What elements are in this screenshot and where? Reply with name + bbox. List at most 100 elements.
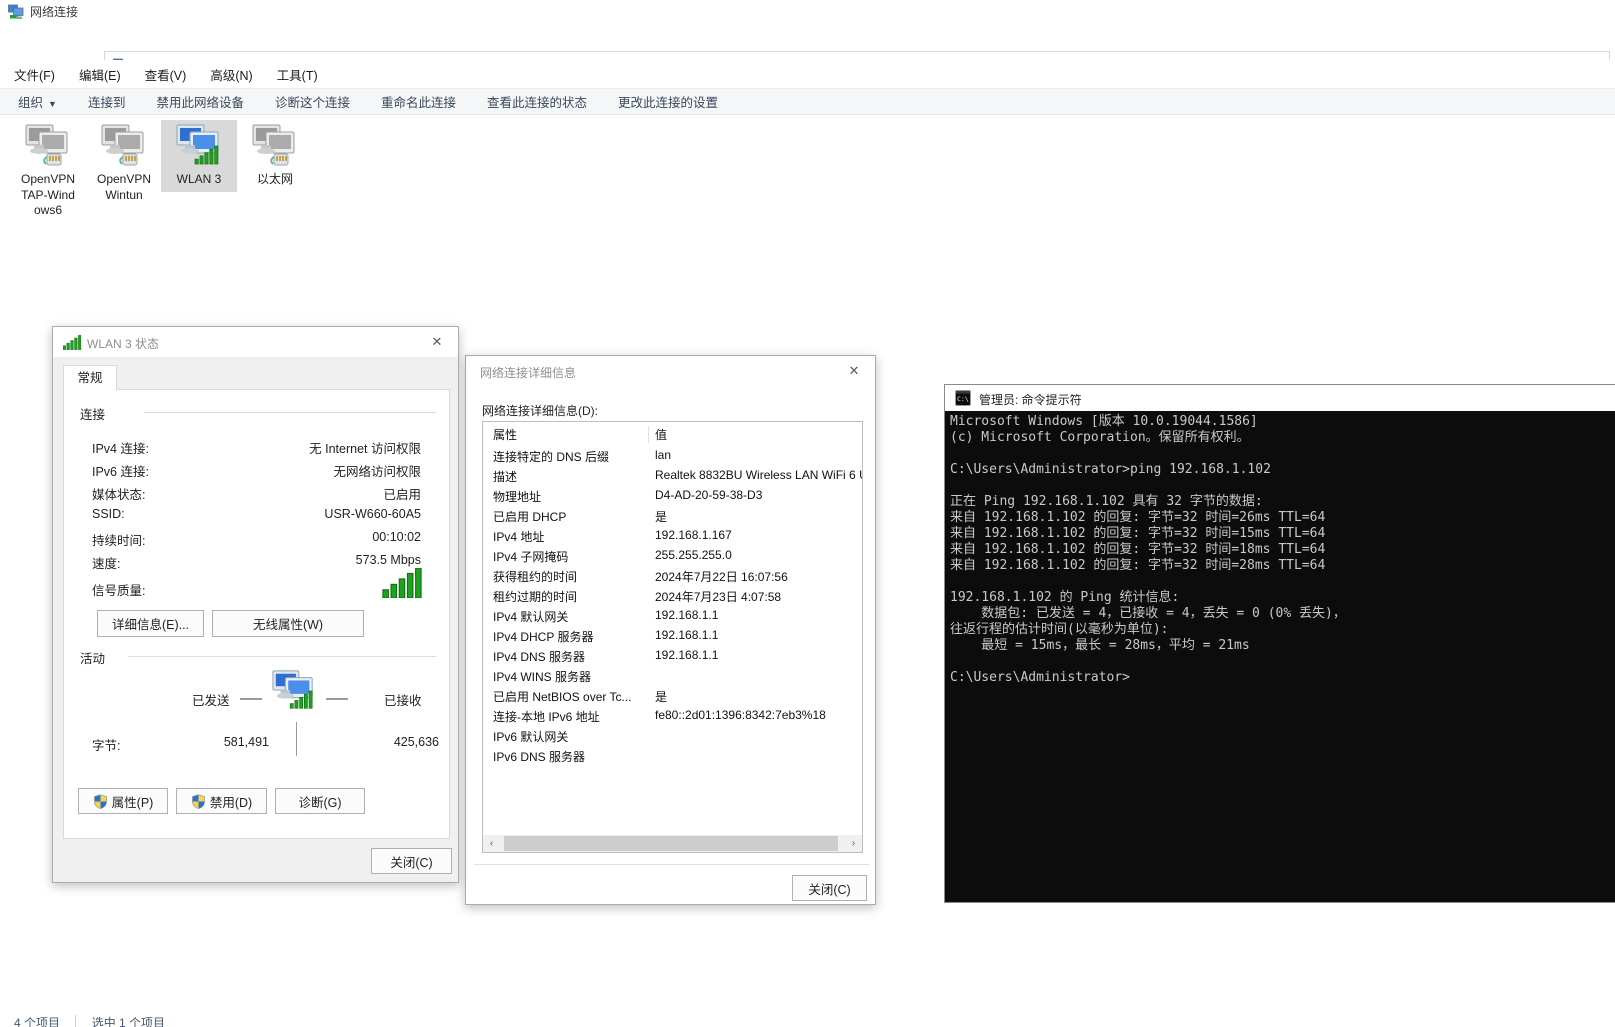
scrollbar-thumb[interactable] <box>504 836 838 851</box>
uac-shield-icon <box>93 794 108 809</box>
connection-label: 以太网 <box>237 172 313 188</box>
scroll-left-icon[interactable]: ‹ <box>483 835 500 852</box>
cmd-icon: C:\ <box>955 390 971 406</box>
diagnose-connection-button[interactable]: 诊断这个连接 <box>275 92 350 111</box>
close-icon[interactable]: ✕ <box>845 363 863 379</box>
connection-item-openvpn-tap[interactable]: OpenVPNTAP-Windows6 <box>10 120 86 219</box>
menu-file[interactable]: 文件(F) <box>14 65 55 84</box>
details-dialog-titlebar[interactable]: 网络连接详细信息 ✕ <box>466 356 875 386</box>
table-row: IPv4 DNS 服务器192.168.1.1 <box>483 646 862 666</box>
rename-connection-button[interactable]: 重命名此连接 <box>381 92 456 111</box>
details-dialog-title: 网络连接详细信息 <box>480 364 576 381</box>
scroll-right-icon[interactable]: › <box>845 835 862 852</box>
connection-label: OpenVPNTAP-Windows6 <box>10 172 86 219</box>
address-row: ← → ⌄ ↑ › 控制面板 › 网络和 Internet › 网络连接 <box>0 24 1615 60</box>
change-settings-button[interactable]: 更改此连接的设置 <box>618 92 718 111</box>
wlan-close-button[interactable]: 关闭(C) <box>371 848 452 874</box>
disable-button[interactable]: 禁用(D) <box>176 788 267 814</box>
details-close-button[interactable]: 关闭(C) <box>792 875 867 901</box>
activity-dash <box>240 698 262 700</box>
connection-item-openvpn-wintun[interactable]: OpenVPNWintun <box>86 120 162 203</box>
table-row: 描述Realtek 8832BU Wireless LAN WiFi 6 US <box>483 466 862 486</box>
console-line: 来自 192.168.1.102 的回复: 字节=32 时间=15ms TTL=… <box>950 526 1615 542</box>
console-line: 数据包: 已发送 = 4，已接收 = 4，丢失 = 0 (0% 丢失)， <box>950 606 1615 622</box>
row-value: 无网络访问权限 <box>333 461 421 480</box>
activity-adapter-icon <box>268 668 320 714</box>
bytes-received-value: 425,636 <box>354 735 439 749</box>
console-line <box>950 574 1615 590</box>
row-value: 00:10:02 <box>372 530 421 544</box>
network-details-dialog: 网络连接详细信息 ✕ 网络连接详细信息(D): 属性 值 连接特定的 DNS 后… <box>465 355 876 905</box>
window-title: 网络连接 <box>30 4 78 20</box>
table-row: 连接-本地 IPv6 地址fe80::2d01:1396:8342:7eb3%1… <box>483 706 862 726</box>
properties-button[interactable]: 属性(P) <box>78 788 168 814</box>
row-value: 573.5 Mbps <box>356 553 421 567</box>
connection-item-ethernet[interactable]: 以太网 <box>237 120 313 188</box>
tab-general[interactable]: 常规 <box>63 365 117 390</box>
details-list-label: 网络连接详细信息(D): <box>482 402 598 419</box>
console-line <box>950 478 1615 494</box>
table-row: IPv6 默认网关 <box>483 726 862 746</box>
header-divider <box>648 426 649 443</box>
close-icon[interactable]: ✕ <box>428 334 446 350</box>
diagnose-button[interactable]: 诊断(G) <box>275 788 365 814</box>
connection-label: WLAN 3 <box>161 172 237 188</box>
wlan-status-dialog: WLAN 3 状态 ✕ 常规 连接 IPv4 连接: 无 Internet 访问… <box>52 326 459 883</box>
table-row: IPv4 地址192.168.1.167 <box>483 526 862 546</box>
activity-dash <box>326 698 348 700</box>
row-label: 持续时间: <box>92 530 145 549</box>
table-header: 属性 值 <box>483 424 862 444</box>
connection-label: OpenVPNWintun <box>86 172 162 203</box>
svg-text:C:\: C:\ <box>957 395 969 403</box>
command-prompt-window: C:\ 管理员: 命令提示符 Microsoft Windows [版本 10.… <box>944 384 1615 903</box>
cmd-titlebar[interactable]: C:\ 管理员: 命令提示符 <box>945 385 1615 411</box>
wlan-dialog-titlebar[interactable]: WLAN 3 状态 ✕ <box>53 327 458 357</box>
menu-view[interactable]: 查看(V) <box>145 65 187 84</box>
console-line <box>950 654 1615 670</box>
explorer-titlebar[interactable]: 网络连接 <box>0 0 1615 24</box>
wlan-general-page: 连接 IPv4 连接: 无 Internet 访问权限 IPv6 连接: 无网络… <box>63 389 450 839</box>
bytes-divider <box>296 722 297 756</box>
console-line: C:\Users\Administrator>ping 192.168.1.10… <box>950 462 1615 478</box>
organize-button[interactable]: 组织▼ <box>18 92 57 111</box>
connection-item-wlan3[interactable]: WLAN 3 <box>161 120 237 192</box>
table-row: 连接特定的 DNS 后缀lan <box>483 446 862 466</box>
menu-advanced[interactable]: 高级(N) <box>210 65 252 84</box>
status-divider <box>75 1015 76 1027</box>
menu-tools[interactable]: 工具(T) <box>277 65 318 84</box>
details-table[interactable]: 属性 值 连接特定的 DNS 后缀lan 描述Realtek 8832BU Wi… <box>482 421 863 853</box>
table-row: 租约过期的时间2024年7月23日 4:07:58 <box>483 586 862 606</box>
details-button[interactable]: 详细信息(E)... <box>97 610 204 637</box>
table-row: IPv4 子网掩码255.255.255.0 <box>483 546 862 566</box>
console-output[interactable]: Microsoft Windows [版本 10.0.19044.1586] (… <box>945 411 1615 902</box>
wireless-adapter-icon <box>175 122 223 170</box>
sent-label: 已发送 <box>192 690 230 709</box>
table-row: 已启用 NetBIOS over Tc...是 <box>483 686 862 706</box>
console-line: (c) Microsoft Corporation。保留所有权利。 <box>950 430 1615 446</box>
row-label: IPv4 连接: <box>92 438 149 457</box>
console-line: 192.168.1.102 的 Ping 统计信息: <box>950 590 1615 606</box>
table-row: 物理地址D4-AD-20-59-38-D3 <box>483 486 862 506</box>
wlan-dialog-title: WLAN 3 状态 <box>87 335 159 352</box>
console-line: C:\Users\Administrator> <box>950 670 1615 686</box>
selected-count: 选中 1 个项目 <box>92 1016 165 1027</box>
network-connections-icon <box>8 4 24 20</box>
console-line <box>950 446 1615 462</box>
disabled-adapter-icon <box>24 122 72 170</box>
disable-device-button[interactable]: 禁用此网络设备 <box>156 92 244 111</box>
console-line: Microsoft Windows [版本 10.0.19044.1586] <box>950 414 1615 430</box>
horizontal-scrollbar[interactable]: ‹ › <box>483 835 862 852</box>
table-row: IPv4 WINS 服务器 <box>483 666 862 686</box>
wireless-properties-button[interactable]: 无线属性(W) <box>212 610 364 637</box>
command-toolbar: 组织▼ 连接到 禁用此网络设备 诊断这个连接 重命名此连接 查看此连接的状态 更… <box>0 88 1615 115</box>
table-row: 已启用 DHCP是 <box>483 506 862 526</box>
network-connections-window: 网络连接 ← → ⌄ ↑ › 控制面板 › 网络和 Internet › 网络连… <box>0 0 1615 1027</box>
connect-to-button[interactable]: 连接到 <box>88 92 126 111</box>
row-label: 媒体状态: <box>92 484 145 503</box>
console-line: 最短 = 15ms，最长 = 28ms，平均 = 21ms <box>950 638 1615 654</box>
console-line: 来自 192.168.1.102 的回复: 字节=32 时间=28ms TTL=… <box>950 558 1615 574</box>
menu-edit[interactable]: 编辑(E) <box>79 65 121 84</box>
view-status-button[interactable]: 查看此连接的状态 <box>487 92 587 111</box>
connection-group-label: 连接 <box>80 404 105 423</box>
uac-shield-icon <box>191 794 206 809</box>
